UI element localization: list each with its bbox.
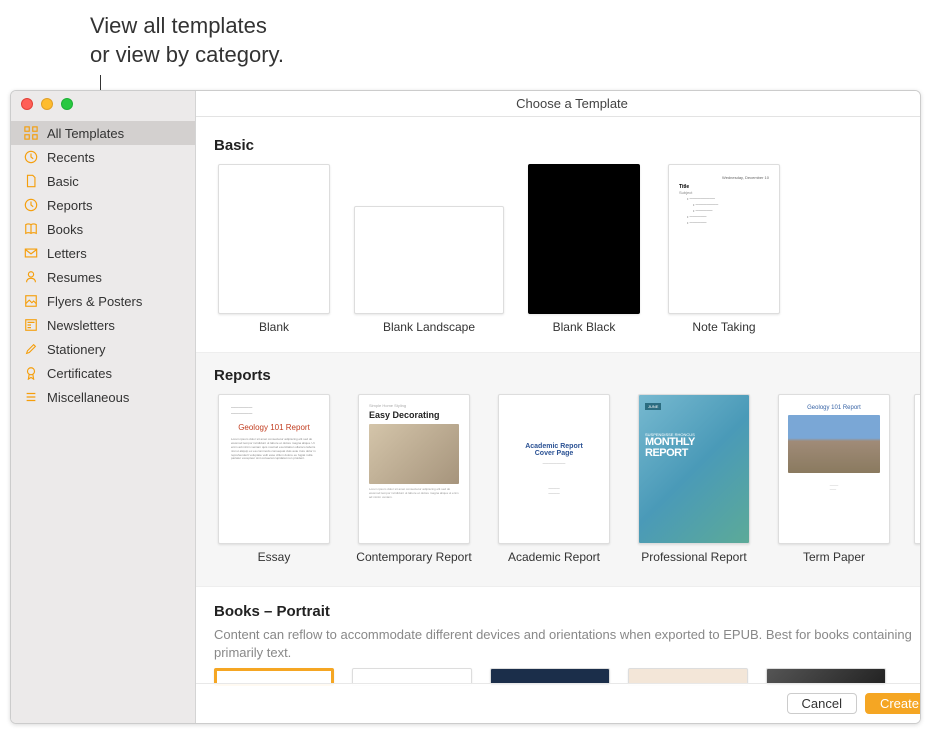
section-header: Books – Portrait	[196, 593, 921, 626]
sidebar-item-label: Letters	[47, 246, 87, 261]
annotation-callout: View all templates or view by category.	[90, 12, 284, 69]
template-label: Blank Black	[553, 320, 616, 348]
template-thumbnail: Academic Report Cover Page ──────── ────…	[498, 394, 610, 544]
sidebar-item-basic[interactable]: Basic	[11, 169, 195, 193]
main-pane: Choose a Template Basic Blank Blank Land…	[196, 91, 921, 723]
section-header: Basic	[196, 127, 921, 160]
sidebar-item-label: Books	[47, 222, 83, 237]
template-blank[interactable]: Blank	[214, 164, 334, 348]
section-header: Reports	[196, 357, 921, 390]
window-title: Choose a Template	[196, 91, 921, 117]
template-thumbnail	[914, 394, 921, 544]
sidebar-item-books[interactable]: Books	[11, 217, 195, 241]
template-partial[interactable]	[914, 394, 921, 578]
template-label: Academic Report	[508, 550, 600, 578]
book-icon	[23, 221, 39, 237]
template-chooser-window: All Templates Recents Basic Reports Book…	[10, 90, 921, 724]
template-label: Note Taking	[692, 320, 755, 348]
template-contemporary-report[interactable]: Simple Home Styling Easy Decorating Lore…	[354, 394, 474, 578]
sidebar-item-resumes[interactable]: Resumes	[11, 265, 195, 289]
template-academic-report[interactable]: Academic Report Cover Page ──────── ────…	[494, 394, 614, 578]
template-label: Blank Landscape	[383, 320, 475, 348]
template-term-paper[interactable]: Geology 101 Report ─────── Term Paper	[774, 394, 894, 578]
template-essay[interactable]: ──────────── Geology 101 Report Lorem ip…	[214, 394, 334, 578]
sidebar: All Templates Recents Basic Reports Book…	[11, 91, 196, 723]
template-thumbnail: ──────────── Geology 101 Report Lorem ip…	[218, 394, 330, 544]
template-blank-black[interactable]: Blank Black	[524, 164, 644, 348]
minimize-window-button[interactable]	[41, 98, 53, 110]
person-icon	[23, 269, 39, 285]
template-thumbnail	[528, 164, 640, 314]
sidebar-item-flyers-posters[interactable]: Flyers & Posters	[11, 289, 195, 313]
category-list: All Templates Recents Basic Reports Book…	[11, 117, 195, 413]
template-blank-landscape[interactable]: Blank Landscape	[354, 164, 504, 348]
template-note-taking[interactable]: Wednesday, December 10 Title Subject • ─…	[664, 164, 784, 348]
template-label: Contemporary Report	[356, 550, 471, 578]
sidebar-item-certificates[interactable]: Certificates	[11, 361, 195, 385]
sidebar-item-all-templates[interactable]: All Templates	[11, 121, 195, 145]
sidebar-item-label: Recents	[47, 150, 95, 165]
template-label: Essay	[258, 550, 291, 578]
image-icon	[23, 293, 39, 309]
clock-icon	[23, 197, 39, 213]
create-button[interactable]: Create	[865, 693, 921, 714]
template-label: Term Paper	[803, 550, 865, 578]
template-professional-report[interactable]: JUNE SUSPENDISSE RHONCUSMONTHLYREPORT Pr…	[634, 394, 754, 578]
zoom-window-button[interactable]	[61, 98, 73, 110]
sidebar-item-label: Resumes	[47, 270, 102, 285]
sidebar-item-stationery[interactable]: Stationery	[11, 337, 195, 361]
document-icon	[23, 173, 39, 189]
sidebar-item-recents[interactable]: Recents	[11, 145, 195, 169]
grid-icon	[23, 125, 39, 141]
sidebar-item-reports[interactable]: Reports	[11, 193, 195, 217]
sidebar-item-label: Newsletters	[47, 318, 115, 333]
sidebar-item-label: Flyers & Posters	[47, 294, 142, 309]
close-window-button[interactable]	[21, 98, 33, 110]
template-scroll-area[interactable]: Basic Blank Blank Landscape Blank Black	[196, 117, 921, 723]
template-label: Blank	[259, 320, 289, 348]
window-controls	[11, 91, 195, 117]
template-thumbnail	[218, 164, 330, 314]
section-reports: Reports ──────────── Geology 101 Report …	[196, 352, 921, 587]
sidebar-item-letters[interactable]: Letters	[11, 241, 195, 265]
sidebar-item-miscellaneous[interactable]: Miscellaneous	[11, 385, 195, 409]
template-thumbnail: JUNE SUSPENDISSE RHONCUSMONTHLYREPORT	[638, 394, 750, 544]
cancel-button[interactable]: Cancel	[787, 693, 857, 714]
pencil-icon	[23, 341, 39, 357]
sidebar-item-label: Certificates	[47, 366, 112, 381]
sidebar-item-newsletters[interactable]: Newsletters	[11, 313, 195, 337]
ribbon-icon	[23, 365, 39, 381]
newspaper-icon	[23, 317, 39, 333]
sidebar-item-label: Miscellaneous	[47, 390, 129, 405]
template-thumbnail: Geology 101 Report ───────	[778, 394, 890, 544]
sidebar-item-label: All Templates	[47, 126, 124, 141]
template-label: Professional Report	[641, 550, 746, 578]
sidebar-item-label: Reports	[47, 198, 93, 213]
envelope-icon	[23, 245, 39, 261]
clock-icon	[23, 149, 39, 165]
sidebar-item-label: Stationery	[47, 342, 106, 357]
section-description: Content can reflow to accommodate differ…	[196, 626, 921, 664]
section-basic: Basic Blank Blank Landscape Blank Black	[196, 127, 921, 352]
section-books-portrait: Books – Portrait Content can reflow to a…	[196, 587, 921, 690]
list-icon	[23, 389, 39, 405]
template-thumbnail: Wednesday, December 10 Title Subject • ─…	[668, 164, 780, 314]
template-thumbnail: Simple Home Styling Easy Decorating Lore…	[358, 394, 470, 544]
template-thumbnail	[354, 206, 504, 314]
footer: Cancel Create	[196, 683, 921, 723]
sidebar-item-label: Basic	[47, 174, 79, 189]
